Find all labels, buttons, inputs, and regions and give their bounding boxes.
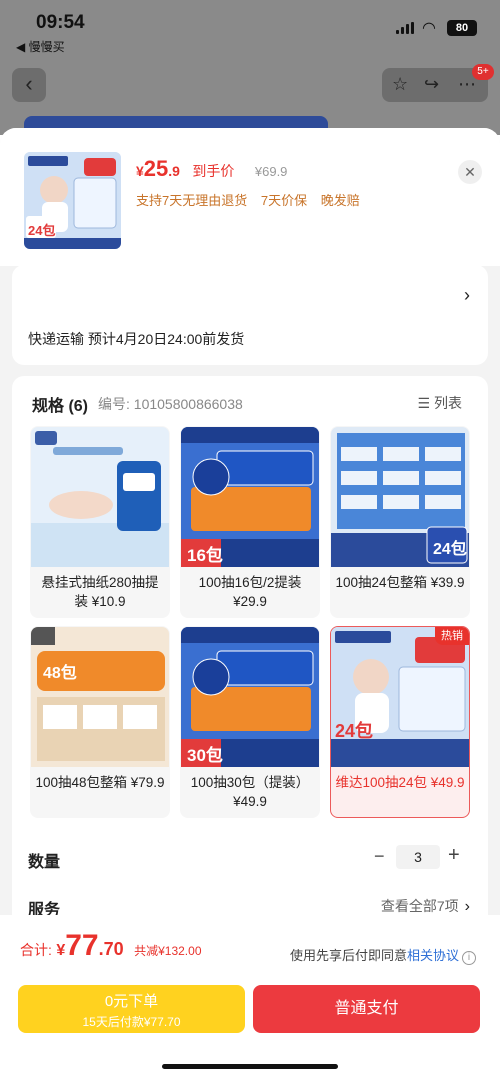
close-icon[interactable]: ✕ <box>458 160 482 184</box>
chevron-right-icon: › <box>464 285 470 305</box>
spec-option-image: 16包 <box>181 427 319 567</box>
service-tag: 7天价保 <box>260 193 308 208</box>
spec-option-label: 100抽30包（提装） ¥49.9 <box>190 775 310 809</box>
total-savings: 共减¥132.00 <box>134 944 202 958</box>
product-code: 编号: 10105800866038 <box>98 396 243 412</box>
battery-icon: 80 <box>447 20 477 36</box>
spec-option-label: 维达100抽24包 ¥49.9 <box>335 775 465 790</box>
price-integer: 25 <box>143 156 169 181</box>
checkout-footer: 合计: ¥77.70 共减¥132.00 使用先享后付即同意相关协议 i 0元下单… <box>0 915 500 1082</box>
address-card[interactable]: › 快递运输 预计4月20日24:00前发货 <box>12 265 488 365</box>
spec-option-image <box>31 427 169 567</box>
message-badge: 5+ <box>472 64 494 80</box>
spec-option[interactable]: 48包 100抽48包整箱 ¥79.9 <box>30 626 170 818</box>
spec-option[interactable]: 16包 100抽16包/2提装 ¥29.9 <box>180 426 320 618</box>
hot-sale-badge: 热销 <box>435 627 469 645</box>
spec-option-image: 30包 <box>181 627 319 767</box>
shipping-info: 快递运输 预计4月20日24:00前发货 <box>28 331 245 347</box>
service-tags: 支持7天无理由退货 7天价保 晚发赔 <box>136 190 370 209</box>
info-icon[interactable]: i <box>462 951 476 965</box>
agreement-text: 使用先享后付即同意相关协议 i <box>290 945 476 965</box>
sheet-header: 24包 ¥25.9 到手价 ¥69.9 支持7天无理由退货 7天价保 晚发赔 ✕ <box>0 128 500 266</box>
spec-option-image-text: 24包 <box>433 541 467 558</box>
product-thumbnail[interactable]: 24包 <box>24 152 121 249</box>
price-tag: 到手价 <box>192 163 235 179</box>
spec-option-label: 100抽16包/2提装 ¥29.9 <box>198 575 302 609</box>
spec-option-image: 24包 <box>331 627 469 767</box>
agreement-link[interactable]: 相关协议 <box>407 948 459 963</box>
spec-option-label: 100抽24包整箱 ¥39.9 <box>335 575 465 590</box>
pay-later-subtitle: 15天后付款¥77.70 <box>82 1015 181 1029</box>
price-decimal: .9 <box>168 163 180 179</box>
back-button[interactable]: ‹ <box>12 68 46 102</box>
quantity-label: 数量 <box>28 854 61 871</box>
status-bar: 09:54 ◀ 慢慢买 ◠ 80 <box>0 0 500 56</box>
chevron-right-icon: › <box>464 898 470 915</box>
spec-option[interactable]: 悬挂式抽纸280抽提装 ¥10.9 <box>30 426 170 618</box>
spec-option-selected[interactable]: 24包 热销 维达100抽24包 ¥49.9 <box>330 626 470 818</box>
quantity-input[interactable]: 3 <box>396 845 440 869</box>
home-indicator <box>162 1064 338 1069</box>
favorite-icon[interactable]: ☆ <box>392 74 408 95</box>
quantity-decrease-button[interactable]: − <box>374 846 385 867</box>
total-symbol: ¥ <box>56 942 66 959</box>
back-to-app-link[interactable]: ◀ 慢慢买 <box>16 38 65 55</box>
normal-pay-button[interactable]: 普通支付 <box>253 985 480 1033</box>
service-tag: 支持7天无理由退货 <box>136 193 248 208</box>
spec-option-image-text: 48包 <box>43 665 77 682</box>
share-icon[interactable]: ↪ <box>424 74 439 95</box>
signal-icon <box>396 22 414 34</box>
quantity-increase-button[interactable]: + <box>448 844 460 867</box>
thumb-pack-count: 24包 <box>28 223 56 238</box>
list-view-toggle[interactable]: ☰ 列表 <box>417 393 462 413</box>
service-view-all[interactable]: 查看全部7项 › <box>381 896 470 916</box>
spec-option-image-text: 30包 <box>187 746 223 765</box>
original-price: ¥69.9 <box>254 164 288 179</box>
spec-option-image: 24包 <box>331 427 469 567</box>
list-icon: ☰ <box>417 395 430 411</box>
agreement-prefix: 使用先享后付即同意 <box>289 948 407 963</box>
spec-option-label: 100抽48包整箱 ¥79.9 <box>35 775 165 790</box>
service-view-all-label: 查看全部7项 <box>380 898 459 914</box>
spec-option-label: 悬挂式抽纸280抽提装 ¥10.9 <box>41 575 159 609</box>
spec-option-image-text: 24包 <box>335 721 374 741</box>
spec-option[interactable]: 24包 100抽24包整箱 ¥39.9 <box>330 426 470 618</box>
price-line: ¥25.9 到手价 ¥69.9 <box>136 156 287 182</box>
pay-later-title: 0元下单 <box>104 993 159 1010</box>
spec-title: 规格 (6) <box>32 398 89 415</box>
list-view-label: 列表 <box>434 395 462 411</box>
status-time: 09:54 <box>36 12 85 33</box>
total-integer: 77 <box>65 929 99 962</box>
pay-later-button[interactable]: 0元下单 15天后付款¥77.70 <box>18 985 245 1033</box>
total-label: 合计: <box>20 942 52 958</box>
wifi-icon: ◠ <box>422 20 436 37</box>
price-symbol: ¥ <box>136 163 144 179</box>
spec-option-image: 48包 <box>31 627 169 767</box>
total-decimal: .70 <box>98 939 124 959</box>
spec-option[interactable]: 30包 100抽30包（提装） ¥49.9 <box>180 626 320 818</box>
order-total: 合计: ¥77.70 共减¥132.00 <box>20 929 202 963</box>
quantity-row: 数量 − 3 + <box>12 838 488 878</box>
service-tag: 晚发赔 <box>320 193 360 208</box>
spec-option-image-text: 16包 <box>187 546 223 565</box>
